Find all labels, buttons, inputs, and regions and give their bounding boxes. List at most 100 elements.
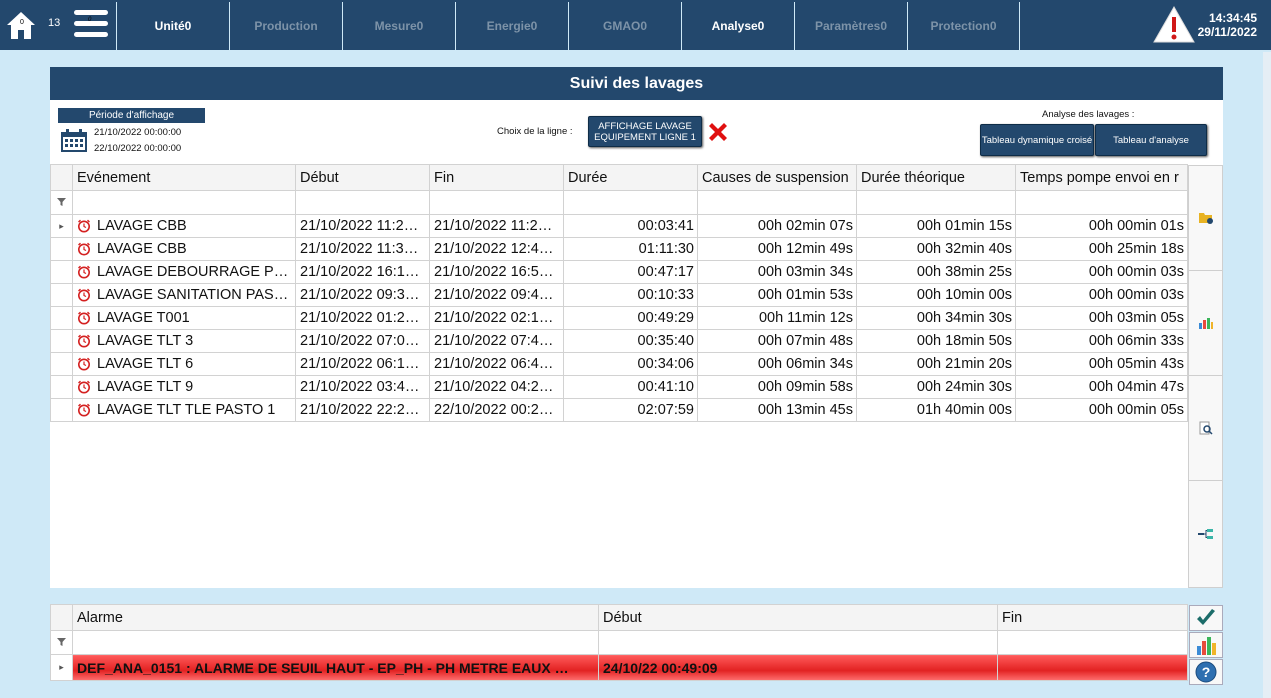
tab-4[interactable]: GMAO0 [568, 2, 681, 50]
cell-end: 21/10/2022 04:2… [429, 375, 564, 399]
chart-button[interactable] [1189, 271, 1222, 376]
cell-suspension: 00h 02min 07s [697, 214, 857, 238]
table-row[interactable]: LAVAGE TLT 3 21/10/2022 07:0… 21/10/2022 0… [50, 329, 1188, 353]
cell-suspension: 00h 13min 45s [697, 398, 857, 422]
help-button[interactable]: ? [1189, 659, 1223, 685]
line-select-button[interactable]: AFFICHAGE LAVAGE EQUIPEMENT LIGNE 1 [588, 116, 702, 147]
col-alarm-start[interactable]: Début [598, 604, 998, 631]
tab-7[interactable]: Protection0 [907, 2, 1020, 50]
col-duration[interactable]: Durée [563, 164, 698, 191]
tab-2[interactable]: Mesure0 [342, 2, 455, 50]
col-start[interactable]: Début [295, 164, 430, 191]
alarm-panel: Alarme Début Fin ▸ DEF_ANA_0151 : ALARME … [50, 604, 1188, 681]
period-label: Période d'affichage [58, 108, 205, 123]
table-row[interactable]: ▸ LAVAGE CBB 21/10/2022 11:2… 21/10/2022 11… [50, 214, 1188, 238]
col-theoretical[interactable]: Durée théorique [856, 164, 1016, 191]
filter-cell[interactable] [598, 630, 998, 655]
search-button[interactable] [1189, 376, 1222, 481]
row-selector[interactable] [50, 375, 73, 399]
hierarchy-button[interactable] [1189, 481, 1222, 586]
alarm-row[interactable]: ▸ DEF_ANA_0151 : ALARME DE SEUIL HAUT - E… [50, 654, 1188, 681]
row-selector[interactable]: ▸ [50, 214, 73, 238]
cell-pump-time: 00h 00min 01s [1015, 214, 1188, 238]
cell-pump-time: 00h 03min 05s [1015, 306, 1188, 330]
cell-pump-time: 00h 06min 33s [1015, 329, 1188, 353]
table-row[interactable]: LAVAGE DEBOURRAGE P… 21/10/2022 16:1… 21/1… [50, 260, 1188, 284]
col-pump-time[interactable]: Temps pompe envoi en r [1015, 164, 1188, 191]
cell-event: LAVAGE TLT 9 [72, 375, 296, 399]
row-selector[interactable] [50, 260, 73, 284]
calendar-icon[interactable] [60, 128, 88, 153]
period-dates[interactable]: 21/10/2022 00:00:00 22/10/2022 00:00:00 [94, 125, 181, 157]
pivot-table-button[interactable]: Tableau dynamique croisé [980, 124, 1094, 156]
period-end: 22/10/2022 00:00:00 [94, 143, 182, 154]
alarm-warning-icon[interactable] [1152, 5, 1196, 45]
table-row[interactable]: LAVAGE TLT 6 21/10/2022 06:1… 21/10/2022 0… [50, 352, 1188, 376]
event-label: LAVAGE T001 [97, 310, 190, 326]
col-end[interactable]: Fin [429, 164, 564, 191]
event-label: LAVAGE TLT 6 [97, 356, 194, 372]
table-row[interactable]: LAVAGE SANITATION PAS… 21/10/2022 09:3… 21… [50, 283, 1188, 307]
tab-6[interactable]: Paramètres0 [794, 2, 907, 50]
acknowledge-button[interactable] [1189, 605, 1223, 631]
row-selector[interactable] [50, 398, 73, 422]
clear-selection-icon[interactable] [706, 120, 730, 144]
event-label: LAVAGE SANITATION PAS… [97, 287, 289, 303]
filter-icon[interactable] [50, 190, 73, 215]
filter-icon[interactable] [50, 630, 73, 655]
cell-end: 21/10/2022 02:1… [429, 306, 564, 330]
table-row[interactable]: LAVAGE TLT 9 21/10/2022 03:4… 21/10/2022 0… [50, 375, 1188, 399]
check-icon [1197, 609, 1215, 625]
row-selector[interactable] [50, 352, 73, 376]
cell-start: 21/10/2022 07:0… [295, 329, 430, 353]
col-event[interactable]: Evénement [72, 164, 296, 191]
row-selector[interactable] [50, 329, 73, 353]
cell-start: 21/10/2022 03:4… [295, 375, 430, 399]
row-selector[interactable] [50, 283, 73, 307]
table-row[interactable]: LAVAGE CBB 21/10/2022 11:3… 21/10/2022 12:… [50, 237, 1188, 261]
row-selector[interactable] [50, 237, 73, 261]
folder-icon [1198, 213, 1213, 224]
export-folder-button[interactable] [1189, 166, 1222, 271]
cell-duration: 00:35:40 [563, 329, 698, 353]
filter-cell[interactable] [697, 190, 857, 215]
cell-theoretical: 00h 10min 00s [856, 283, 1016, 307]
cell-event: LAVAGE CBB [72, 237, 296, 261]
tab-3[interactable]: Energie0 [455, 2, 568, 50]
tab-5[interactable]: Analyse0 [681, 2, 794, 50]
analysis-table-button[interactable]: Tableau d'analyse [1095, 124, 1207, 156]
alarm-chart-button[interactable] [1189, 632, 1223, 658]
row-selector[interactable] [50, 306, 73, 330]
filter-cell[interactable] [856, 190, 1016, 215]
filter-cell[interactable] [72, 190, 296, 215]
filter-cell[interactable] [72, 630, 599, 655]
menu-icon[interactable]: 0 [74, 10, 108, 40]
filter-cell[interactable] [1015, 190, 1188, 215]
tab-1[interactable]: Production [229, 2, 342, 50]
alarm-clock-icon [78, 219, 90, 233]
filter-cell[interactable] [295, 190, 430, 215]
table-row[interactable]: LAVAGE T001 21/10/2022 01:2… 21/10/2022 02… [50, 306, 1188, 330]
cell-duration: 00:03:41 [563, 214, 698, 238]
col-alarm-end[interactable]: Fin [997, 604, 1188, 631]
analyse-label: Analyse des lavages : [1042, 109, 1135, 120]
col-suspension[interactable]: Causes de suspension [697, 164, 857, 191]
alarm-grid: Alarme Début Fin ▸ DEF_ANA_0151 : ALARME … [50, 604, 1188, 681]
filter-cell[interactable] [563, 190, 698, 215]
row-selector[interactable]: ▸ [50, 654, 73, 681]
filter-cell[interactable] [429, 190, 564, 215]
page-scrollbar[interactable] [1263, 52, 1271, 698]
alarm-text: DEF_ANA_0151 : ALARME DE SEUIL HAUT - EP… [72, 654, 599, 681]
table-row[interactable]: LAVAGE TLT TLE PASTO 1 21/10/2022 22:2… 22… [50, 398, 1188, 422]
cell-pump-time: 00h 00min 03s [1015, 283, 1188, 307]
col-alarm[interactable]: Alarme [72, 604, 599, 631]
tab-0[interactable]: Unité0 [116, 2, 229, 50]
cell-end: 21/10/2022 11:2… [429, 214, 564, 238]
cell-theoretical: 00h 18min 50s [856, 329, 1016, 353]
cell-pump-time: 00h 00min 03s [1015, 260, 1188, 284]
filter-cell[interactable] [997, 630, 1188, 655]
line-choice-label: Choix de la ligne : [497, 126, 573, 137]
help-icon: ? [1195, 661, 1217, 683]
alarm-clock-icon [78, 380, 90, 394]
cell-suspension: 00h 09min 58s [697, 375, 857, 399]
